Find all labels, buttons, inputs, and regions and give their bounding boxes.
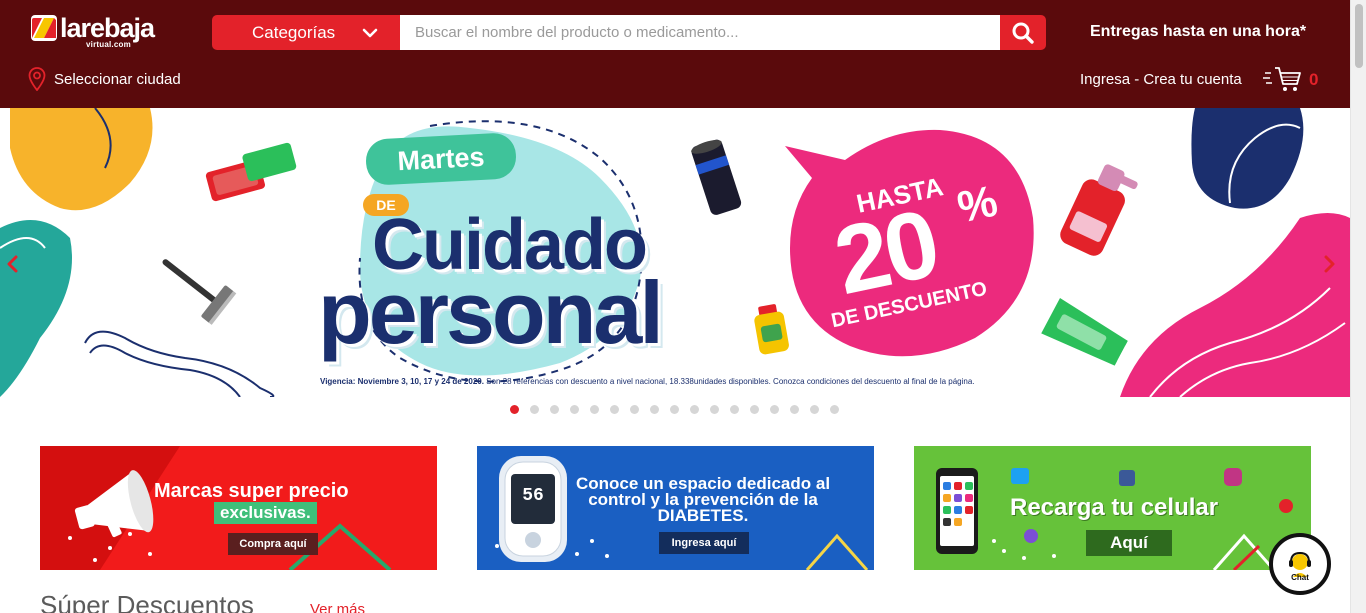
promo-recarga-title: Recarga tu celular [1010, 494, 1219, 521]
cart-icon[interactable] [1263, 65, 1303, 93]
categories-label: Categorías [252, 22, 336, 42]
hero-banner[interactable]: Martes DE Cuidado personal HASTA 20 % DE… [0, 108, 1350, 397]
promo-card-marcas[interactable]: Marcas super precio exclusivas. Compra a… [40, 446, 437, 570]
select-city-link[interactable]: Seleccionar ciudad [28, 67, 181, 91]
carousel-dot[interactable] [550, 405, 559, 414]
site-header: larebaja virtual.com Categorías Entregas… [0, 0, 1350, 108]
carousel-dot[interactable] [630, 405, 639, 414]
carousel-dot[interactable] [590, 405, 599, 414]
banner-legal-text: Vigencia: Noviembre 3, 10, 17 y 24 de 20… [320, 377, 975, 386]
chevron-right-icon [1324, 255, 1335, 273]
logo-mark-icon [30, 14, 58, 42]
carousel-next-button[interactable] [1324, 255, 1344, 279]
carousel-dot[interactable] [810, 405, 819, 414]
promo-card-diabetes[interactable]: 56 Conoce un espacio dedicado al control… [477, 446, 874, 570]
delivery-promo-text: Entregas hasta en una hora* [1090, 23, 1307, 40]
carousel-dot[interactable] [730, 405, 739, 414]
search-icon [1012, 22, 1034, 44]
carousel-dot[interactable] [510, 405, 519, 414]
categories-button[interactable]: Categorías [212, 15, 400, 50]
banner-martes-label: Martes [364, 132, 518, 186]
carousel-dot[interactable] [770, 405, 779, 414]
carousel-dot[interactable] [530, 405, 539, 414]
chevron-down-icon [362, 28, 378, 38]
promo-diabetes-title: Conoce un espacio dedicado al control y … [575, 474, 831, 525]
promo-card-recarga[interactable]: Recarga tu celular Aquí [914, 446, 1311, 570]
carousel-dot[interactable] [790, 405, 799, 414]
carousel-dot[interactable] [610, 405, 619, 414]
chat-label: Chat [1291, 573, 1309, 582]
carousel-dot[interactable] [750, 405, 759, 414]
carousel-dot[interactable] [710, 405, 719, 414]
carousel-prev-button[interactable] [6, 255, 26, 279]
logo-text: larebaja [60, 13, 155, 43]
location-pin-icon [28, 67, 46, 91]
promo-marcas-button[interactable]: Compra aquí [228, 533, 318, 555]
page-scrollbar[interactable] [1350, 0, 1366, 613]
section-title: Súper Descuentos [40, 590, 254, 613]
carousel-dot[interactable] [650, 405, 659, 414]
chat-button[interactable]: Chat [1269, 533, 1331, 595]
banner-headline-personal: personal [318, 263, 664, 362]
carousel-dot[interactable] [690, 405, 699, 414]
banner-legal-bold: Vigencia: Noviembre 3, 10, 17 y 24 de 20… [320, 377, 484, 386]
banner-artwork [0, 108, 1350, 397]
login-register-link[interactable]: Ingresa - Crea tu cuenta [1080, 71, 1242, 88]
search-button[interactable] [1000, 15, 1046, 50]
carousel-pagination [510, 405, 839, 414]
promo-recarga-button[interactable]: Aquí [1086, 530, 1172, 556]
search-input[interactable] [400, 15, 1000, 50]
carousel-dot[interactable] [670, 405, 679, 414]
glucometer-reading: 56 [522, 486, 544, 506]
promo-marcas-title: Marcas super precio [154, 480, 349, 502]
cart-count: 0 [1309, 70, 1319, 89]
select-city-label: Seleccionar ciudad [54, 70, 181, 88]
chevron-left-icon [7, 255, 18, 273]
promo-marcas-subtitle: exclusivas. [214, 502, 317, 524]
logo-subtext: virtual.com [86, 40, 131, 49]
promo-diabetes-button[interactable]: Ingresa aquí [659, 532, 749, 554]
site-logo[interactable]: larebaja [30, 13, 155, 43]
see-more-link[interactable]: Ver más [310, 601, 365, 613]
carousel-dot[interactable] [830, 405, 839, 414]
page: larebaja virtual.com Categorías Entregas… [0, 0, 1350, 613]
banner-legal-detail: Son 28 referencias con descuento a nivel… [483, 377, 975, 386]
scrollbar-thumb[interactable] [1355, 4, 1363, 68]
carousel-dot[interactable] [570, 405, 579, 414]
